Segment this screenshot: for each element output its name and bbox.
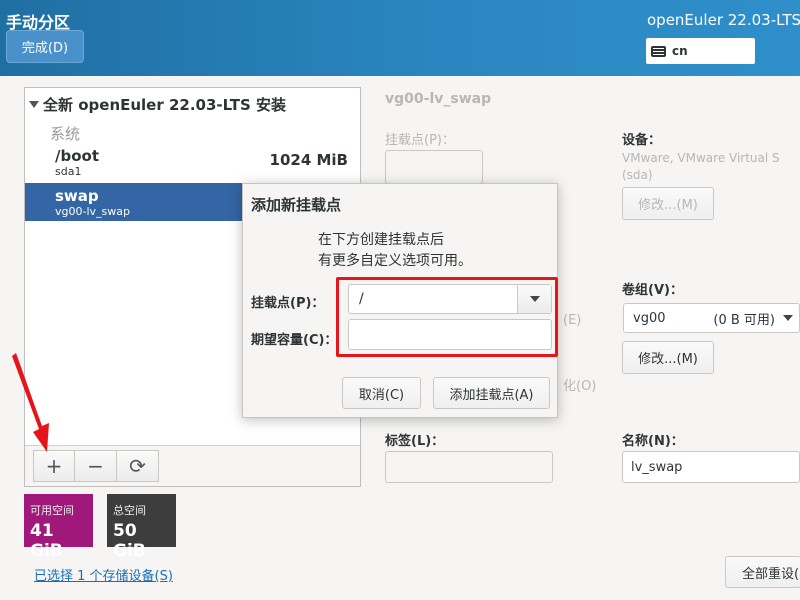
mount-name: /boot bbox=[55, 147, 99, 165]
chevron-down-icon bbox=[783, 315, 793, 321]
remove-mount-button[interactable]: − bbox=[75, 450, 117, 482]
install-group-title: 全新 openEuler 22.03-LTS 安装 bbox=[43, 96, 286, 114]
dialog-description-line1: 在下方创建挂载点后 bbox=[318, 232, 444, 248]
dialog-description: 在下方创建挂载点后 有更多自定义选项可用。 bbox=[318, 230, 472, 272]
volume-group-available: (0 B 可用) bbox=[713, 312, 775, 328]
mount-device: sda1 bbox=[55, 165, 82, 178]
total-space-value: 50 GiB bbox=[113, 521, 146, 561]
keyboard-icon bbox=[651, 45, 666, 57]
done-button[interactable]: 完成(D) bbox=[6, 30, 84, 63]
keyboard-layout-label: cn bbox=[672, 44, 688, 58]
available-space-box: 可用空间 41 GiB bbox=[24, 494, 93, 561]
reset-all-button[interactable]: 全部重设(R) bbox=[725, 556, 800, 588]
refresh-button[interactable]: ⟳ bbox=[117, 450, 159, 482]
selected-device-title: vg00-lv_swap bbox=[385, 91, 492, 107]
install-group-header[interactable]: 全新 openEuler 22.03-LTS 安装 bbox=[29, 94, 286, 115]
volume-group-value: vg00 bbox=[633, 310, 666, 326]
total-space-label: 总空间 bbox=[113, 504, 146, 517]
mount-point-combobox[interactable]: / bbox=[348, 284, 552, 314]
reformat-label-fragment: 化(O) bbox=[563, 379, 597, 394]
selected-storage-link[interactable]: 已选择 1 个存储设备(S) bbox=[34, 565, 173, 584]
tag-label: 标签(L)： bbox=[385, 434, 445, 449]
desired-capacity-input[interactable] bbox=[348, 319, 552, 350]
device-value-line1: VMware, VMware Virtual S bbox=[622, 151, 780, 165]
mount-point-dropdown-button[interactable] bbox=[517, 285, 551, 313]
product-title: openEuler 22.03-LTS bbox=[647, 11, 800, 29]
dialog-capacity-label: 期望容量(C)： bbox=[251, 333, 338, 348]
system-section-label: 系统 bbox=[50, 125, 81, 143]
mount-device: vg00-lv_swap bbox=[55, 205, 130, 218]
mount-point-field[interactable] bbox=[385, 150, 483, 184]
modify-device-button[interactable]: 修改...(M) bbox=[622, 187, 714, 220]
name-label: 名称(N)： bbox=[622, 434, 684, 449]
device-label: 设备： bbox=[622, 133, 662, 148]
available-space-label: 可用空间 bbox=[30, 504, 74, 517]
name-field[interactable]: lv_swap bbox=[622, 451, 800, 483]
minus-icon: − bbox=[87, 454, 104, 478]
encrypt-label-fragment: (E) bbox=[563, 313, 582, 328]
dialog-description-line2: 有更多自定义选项可用。 bbox=[318, 253, 472, 269]
cancel-button[interactable]: 取消(C) bbox=[342, 377, 421, 409]
available-space-value: 41 GiB bbox=[30, 521, 63, 561]
mount-point-label: 挂载点(P)： bbox=[385, 133, 455, 148]
dialog-mount-point-label: 挂载点(P)： bbox=[251, 296, 325, 311]
modify-volume-group-button[interactable]: 修改...(M) bbox=[622, 341, 714, 374]
mount-point-value: / bbox=[359, 291, 364, 307]
total-space-box: 总空间 50 GiB bbox=[107, 494, 176, 561]
mount-name: swap bbox=[55, 187, 99, 205]
device-value-line2: (sda) bbox=[622, 168, 653, 182]
volume-group-select[interactable]: vg00 (0 B 可用) bbox=[623, 303, 800, 333]
top-header-bar: 手动分区 完成(D) openEuler 22.03-LTS cn bbox=[0, 0, 800, 76]
dialog-title: 添加新挂载点 bbox=[251, 196, 342, 214]
expand-triangle-icon bbox=[29, 101, 39, 108]
refresh-icon: ⟳ bbox=[129, 454, 146, 478]
mount-size: 1024 MiB bbox=[269, 151, 348, 169]
keyboard-layout-indicator[interactable]: cn bbox=[646, 38, 755, 64]
plus-icon: + bbox=[45, 454, 63, 478]
mount-toolbar: + − ⟳ bbox=[25, 445, 360, 486]
mount-row-boot[interactable]: /boot sda1 1024 MiB bbox=[25, 143, 360, 181]
add-mount-point-button[interactable]: 添加挂载点(A) bbox=[433, 377, 550, 409]
add-mount-button[interactable]: + bbox=[33, 450, 75, 482]
tag-field[interactable] bbox=[385, 451, 553, 483]
volume-group-label: 卷组(V)： bbox=[622, 283, 683, 298]
add-mount-point-dialog: 添加新挂载点 在下方创建挂载点后 有更多自定义选项可用。 挂载点(P)： / 期… bbox=[242, 183, 558, 418]
chevron-down-icon bbox=[529, 296, 540, 302]
